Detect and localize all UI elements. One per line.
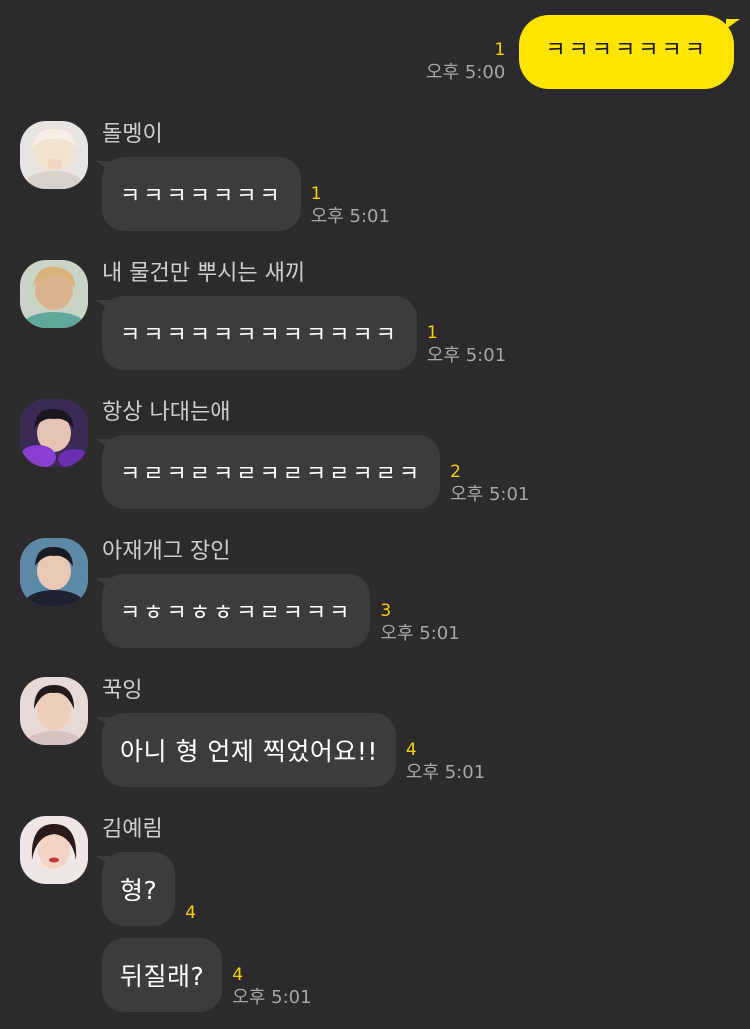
message-row: ㅋㅋㅋㅋㅋㅋㅋㅋㅋㅋㅋㅋ 1 오후 5:01 (96, 296, 506, 370)
message-meta: 4 (185, 902, 196, 924)
message-row: 뒤질래? 4 오후 5:01 (102, 938, 312, 1012)
message-meta: 1 오후 5:01 (311, 183, 390, 229)
sender-name: 김예림 (102, 817, 163, 842)
message-row: ㅋㄹㅋㄹㅋㄹㅋㄹㅋㄹㅋㄹㅋ 2 오후 5:01 (95, 435, 529, 509)
sender-name: 돌멩이 (102, 122, 163, 147)
profile-photo-icon[interactable] (20, 121, 88, 189)
unread-count: 2 (450, 462, 461, 482)
message-row: 아니 형 언제 찍었어요!! 4 오후 5:01 (96, 713, 485, 787)
message-bubble[interactable]: ㅋㅋㅋㅋㅋㅋㅋ (96, 157, 301, 231)
unread-count: 1 (426, 323, 438, 343)
timestamp: 오후 5:01 (310, 206, 390, 227)
message-meta: 2 오후 5:01 (450, 461, 529, 507)
unread-count: 3 (380, 601, 392, 621)
timestamp: 오후 5:00 (426, 62, 506, 83)
sender-name: 항상 나대는애 (102, 400, 231, 425)
message-row: 형? 4 (95, 852, 196, 926)
message-bubble[interactable]: 형? (95, 852, 176, 926)
message-meta: 4 오후 5:01 (406, 739, 485, 785)
unread-count: 4 (185, 903, 197, 923)
sender-name: 내 물건만 뿌시는 새끼 (102, 261, 306, 286)
message-meta: 4 오후 5:01 (232, 964, 311, 1010)
message-bubble[interactable]: ㅋㄹㅋㄹㅋㄹㅋㄹㅋㄹㅋㄹㅋ (95, 435, 441, 509)
profile-photo-icon[interactable] (20, 816, 88, 884)
profile-photo-icon[interactable] (20, 260, 88, 328)
sender-name: 꾹잉 (102, 678, 143, 703)
unread-count: 4 (232, 965, 244, 985)
outgoing-bubble[interactable]: ㅋㅋㅋㅋㅋㅋㅋ (519, 15, 740, 89)
unread-count: 1 (494, 40, 506, 60)
sender-name: 아재개그 장인 (102, 539, 231, 564)
outgoing-meta: 1 오후 5:00 (426, 39, 505, 85)
unread-count: 4 (405, 740, 417, 760)
unread-count: 1 (310, 184, 322, 204)
message-bubble[interactable]: 아니 형 언제 찍었어요!! (96, 713, 396, 787)
timestamp: 오후 5:01 (232, 987, 312, 1008)
timestamp: 오후 5:01 (450, 484, 530, 505)
chat-room[interactable]: 1 오후 5:00 ㅋㅋㅋㅋㅋㅋㅋ 돌멩이 ㅋㅋㅋㅋㅋㅋㅋ 1 오후 5:01 (0, 0, 750, 1029)
timestamp: 오후 5:01 (380, 623, 460, 644)
timestamp: 오후 5:01 (426, 345, 507, 366)
timestamp: 오후 5:01 (405, 762, 486, 783)
message-row: ㅋㅋㅋㅋㅋㅋㅋ 1 오후 5:01 (96, 157, 390, 231)
message-bubble[interactable]: 뒤질래? (102, 938, 223, 1012)
message-meta: 3 오후 5:01 (380, 600, 459, 646)
profile-photo-icon[interactable] (20, 399, 88, 467)
message-row: ㅋㅎㅋㅎㅎㅋㄹㅋㅋㅋ 3 오후 5:01 (95, 574, 460, 648)
message-bubble[interactable]: ㅋㅎㅋㅎㅎㅋㄹㅋㅋㅋ (95, 574, 371, 648)
outgoing-message: 1 오후 5:00 ㅋㅋㅋㅋㅋㅋㅋ (426, 15, 740, 89)
profile-photo-icon[interactable] (20, 538, 88, 606)
message-bubble[interactable]: ㅋㅋㅋㅋㅋㅋㅋㅋㅋㅋㅋㅋ (96, 296, 417, 370)
profile-photo-icon[interactable] (20, 677, 88, 745)
message-meta: 1 오후 5:01 (427, 322, 506, 368)
